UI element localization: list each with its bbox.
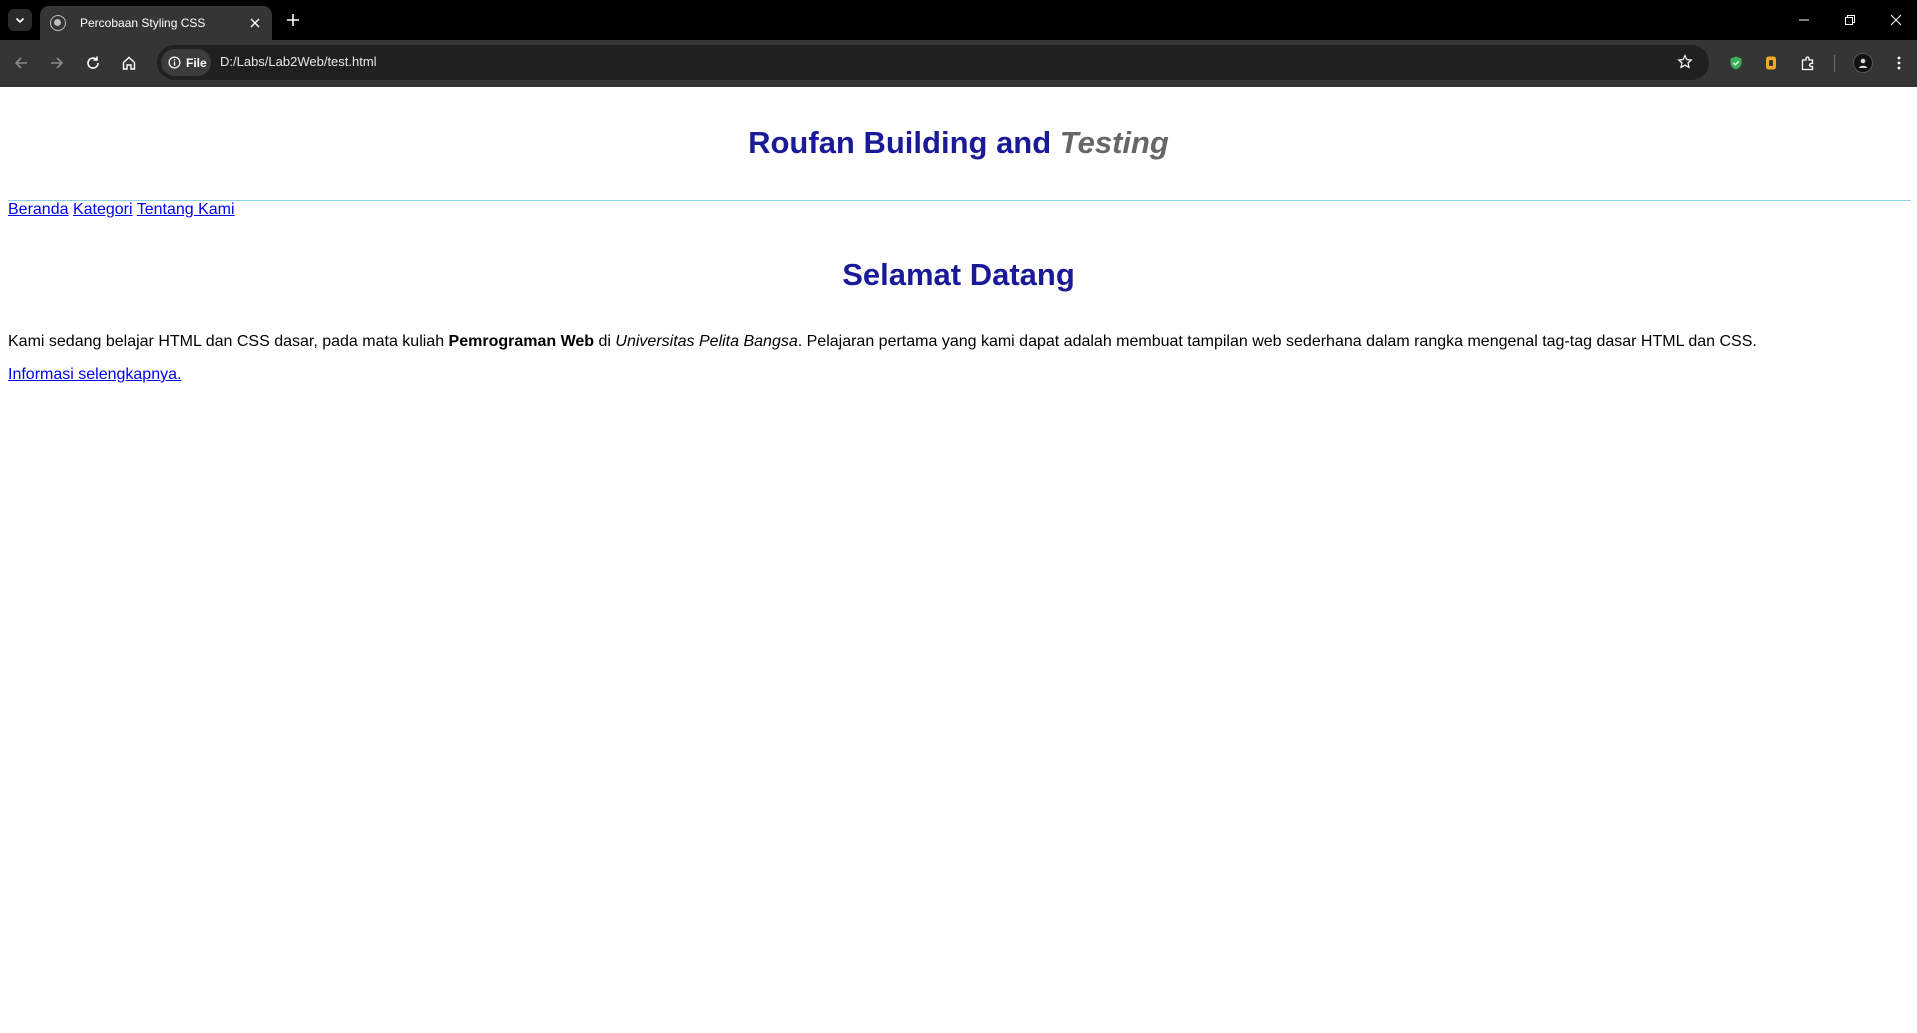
new-tab-button[interactable] [283, 10, 303, 30]
url-text[interactable]: D:/Labs/Lab2Web/test.html [220, 54, 377, 69]
restore-button[interactable] [1840, 10, 1860, 30]
browser-tab-strip: Percobaan Styling CSS [0, 0, 1917, 40]
intro-text-3: . Pelajaran pertama yang kami dapat adal… [797, 333, 1757, 350]
arrow-right-icon [51, 57, 64, 69]
extension-shield-button[interactable] [1725, 52, 1747, 74]
arrow-left-icon [14, 57, 27, 69]
intro-course-name: Pemrograman Web [448, 333, 595, 350]
header-divider [8, 200, 1911, 201]
minimize-icon [1799, 19, 1809, 21]
nav-link-beranda[interactable]: Beranda [8, 201, 69, 218]
main-nav: Beranda Kategori Tentang Kami [8, 201, 235, 219]
home-icon [122, 56, 136, 70]
welcome-heading: Selamat Datang [842, 257, 1075, 292]
browser-menu-button[interactable] [1888, 52, 1910, 74]
nav-link-kategori[interactable]: Kategori [73, 201, 133, 218]
more-vertical-icon [1897, 56, 1901, 70]
address-bar[interactable]: File D:/Labs/Lab2Web/test.html [157, 45, 1709, 80]
profile-avatar[interactable] [1853, 53, 1873, 73]
extension-badge-icon [1766, 56, 1776, 70]
nav-link-tentang-kami[interactable]: Tentang Kami [137, 201, 235, 218]
intro-paragraph: Kami sedang belajar HTML dan CSS dasar, … [8, 332, 1911, 351]
shield-icon [1730, 56, 1742, 70]
site-title-main: Roufan Building and [748, 125, 1060, 160]
more-info-paragraph: Informasi selengkapnya. [8, 366, 181, 384]
toolbar-divider [1834, 55, 1835, 72]
extensions-menu-button[interactable] [1797, 52, 1819, 74]
restore-icon [1845, 15, 1855, 25]
tab-active[interactable]: Percobaan Styling CSS [40, 6, 272, 40]
reload-icon [87, 56, 99, 69]
back-button[interactable] [10, 52, 32, 74]
close-icon [250, 18, 260, 28]
globe-icon [50, 15, 66, 31]
profile-icon [1858, 58, 1868, 68]
more-info-link[interactable]: Informasi selengkapnya. [8, 366, 181, 383]
plus-icon [287, 14, 299, 26]
reload-button[interactable] [82, 52, 104, 74]
forward-button[interactable] [46, 52, 68, 74]
star-icon [1677, 54, 1693, 69]
site-title-accent: Testing [1059, 125, 1169, 160]
bookmark-button[interactable] [1675, 52, 1695, 72]
site-chip-label: File [186, 55, 207, 70]
page-viewport: Roufan Building and Testing Beranda Kate… [0, 87, 1917, 1033]
intro-text-2: di [594, 333, 616, 350]
chevron-down-icon [15, 17, 25, 24]
tab-close-button[interactable] [248, 16, 262, 30]
extension-button[interactable] [1760, 52, 1782, 74]
intro-text-1: Kami sedang belajar HTML dan CSS dasar, … [8, 333, 449, 350]
site-title: Roufan Building and Testing [0, 125, 1917, 161]
tab-search-button[interactable] [8, 9, 32, 31]
site-info-button[interactable]: File [161, 49, 211, 76]
home-button[interactable] [118, 52, 140, 74]
tab-title: Percobaan Styling CSS [80, 16, 206, 30]
intro-university-name: Universitas Pelita Bangsa [615, 333, 798, 350]
minimize-button[interactable] [1794, 10, 1814, 30]
close-icon [1890, 14, 1902, 26]
info-icon [168, 56, 181, 69]
puzzle-icon [1801, 56, 1814, 71]
close-window-button[interactable] [1886, 10, 1906, 30]
browser-toolbar: File D:/Labs/Lab2Web/test.html [0, 40, 1917, 87]
